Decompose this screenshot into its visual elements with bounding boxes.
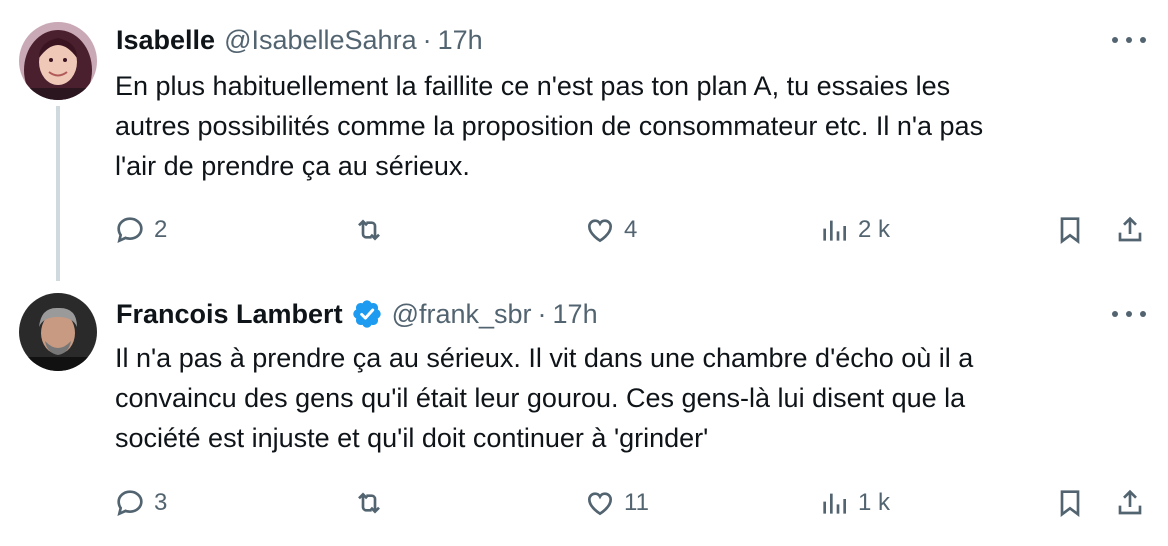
bookmark-button[interactable] bbox=[1054, 210, 1086, 250]
view-count: 1 k bbox=[858, 489, 891, 516]
action-bar: 3 11 1 k bbox=[0, 483, 1168, 523]
user-handle[interactable]: @IsabelleSahra bbox=[224, 25, 417, 56]
like-button[interactable]: 11 bbox=[584, 483, 649, 523]
share-button[interactable] bbox=[1114, 483, 1146, 523]
analytics-icon bbox=[823, 493, 846, 514]
retweet-icon bbox=[358, 219, 380, 241]
verified-badge-icon[interactable] bbox=[351, 298, 383, 330]
display-name[interactable]: Francois Lambert bbox=[116, 299, 343, 330]
tweet-text-line: société est injuste et qu'il doit contin… bbox=[115, 423, 709, 453]
display-name[interactable]: Isabelle bbox=[116, 25, 215, 56]
bookmark-icon bbox=[1060, 490, 1080, 517]
reply-count: 3 bbox=[154, 489, 168, 516]
avatar[interactable] bbox=[19, 22, 97, 100]
retweet-icon bbox=[358, 492, 380, 514]
tweet-header: Francois Lambert @frank_sbr · 17h bbox=[116, 296, 598, 332]
share-icon bbox=[1118, 489, 1142, 515]
reply-count: 2 bbox=[154, 216, 168, 243]
tweet-text-line: Il n'a pas à prendre ça au sérieux. Il v… bbox=[115, 343, 974, 373]
like-button[interactable]: 4 bbox=[584, 210, 637, 250]
share-icon bbox=[1118, 216, 1142, 242]
user-handle[interactable]: @frank_sbr bbox=[392, 299, 532, 330]
heart-icon bbox=[587, 219, 613, 243]
reply-button[interactable]: 3 bbox=[114, 483, 167, 523]
separator-dot: · bbox=[537, 298, 547, 329]
separator-dot: · bbox=[422, 24, 432, 55]
avatar[interactable] bbox=[19, 293, 97, 371]
reply-icon bbox=[117, 217, 143, 243]
retweet-button[interactable] bbox=[353, 210, 393, 250]
tweet-text-line: convaincu des gens qu'il était leur gour… bbox=[115, 383, 966, 413]
thread-connector-line bbox=[56, 106, 60, 281]
tweet-text: Il n'a pas à prendre ça au sérieux. Il v… bbox=[115, 338, 1125, 458]
more-options-icon[interactable] bbox=[1112, 30, 1146, 50]
more-options-icon[interactable] bbox=[1112, 304, 1146, 324]
tweet-text: En plus habituellement la faillite ce n'… bbox=[115, 66, 1125, 186]
views-button[interactable]: 1 k bbox=[818, 483, 890, 523]
tweet[interactable]: Francois Lambert @frank_sbr · 17h Il n'a… bbox=[0, 275, 1168, 546]
reply-icon bbox=[117, 490, 143, 516]
tweet-header: Isabelle @IsabelleSahra · 17h bbox=[116, 22, 483, 58]
action-bar: 2 4 2 k bbox=[0, 210, 1168, 250]
like-count: 4 bbox=[624, 216, 638, 243]
view-count: 2 k bbox=[858, 216, 891, 243]
tweet-text-line: En plus habituellement la faillite ce n'… bbox=[115, 71, 951, 101]
bookmark-icon bbox=[1060, 217, 1080, 244]
like-count: 11 bbox=[624, 489, 649, 516]
tweet-text-line: l'air de prendre ça au sérieux. bbox=[115, 151, 470, 181]
views-button[interactable]: 2 k bbox=[818, 210, 890, 250]
tweet-text-line: autres possibilités comme la proposition… bbox=[115, 111, 984, 141]
retweet-button[interactable] bbox=[353, 483, 393, 523]
share-button[interactable] bbox=[1114, 210, 1146, 250]
timestamp[interactable]: 17h bbox=[438, 25, 483, 56]
timestamp[interactable]: 17h bbox=[553, 299, 598, 330]
bookmark-button[interactable] bbox=[1054, 483, 1086, 523]
analytics-icon bbox=[823, 220, 846, 241]
reply-button[interactable]: 2 bbox=[114, 210, 167, 250]
tweet[interactable]: Isabelle @IsabelleSahra · 17h En plus ha… bbox=[0, 0, 1168, 281]
heart-icon bbox=[587, 492, 613, 516]
